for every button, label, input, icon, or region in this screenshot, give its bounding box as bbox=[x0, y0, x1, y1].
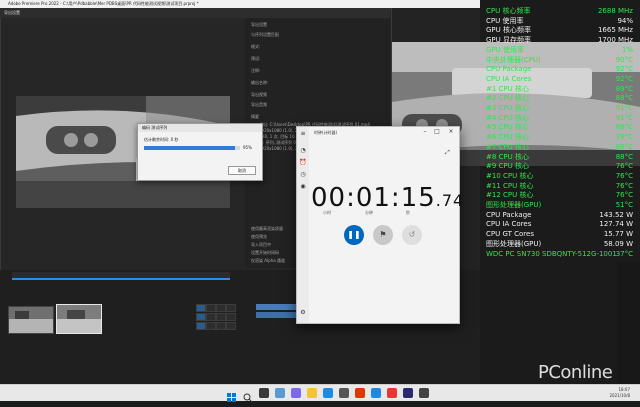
sensor-value: 37°C bbox=[615, 249, 633, 258]
app-icon[interactable] bbox=[387, 388, 397, 398]
start-icon[interactable] bbox=[227, 388, 237, 402]
settings-row[interactable]: 输出名称: bbox=[251, 80, 268, 86]
alarm-icon[interactable]: ⏰ bbox=[299, 159, 307, 167]
reset-icon: ↺ bbox=[408, 230, 416, 239]
track-toggle[interactable] bbox=[226, 304, 236, 312]
render-remaining-text: 估计剩余时间: 0 秒 bbox=[144, 137, 179, 142]
stopwatch-icon[interactable]: ◷ bbox=[299, 171, 307, 179]
stopwatch-milliseconds: .74 bbox=[435, 191, 465, 210]
track-toggle[interactable] bbox=[226, 322, 236, 330]
office-icon[interactable] bbox=[355, 388, 365, 398]
settings-heading: 导出设置 bbox=[251, 22, 267, 27]
magnifier-icon bbox=[243, 393, 253, 403]
track-toggle[interactable] bbox=[216, 313, 226, 321]
clip-thumbnail-selected[interactable] bbox=[56, 304, 102, 334]
stopwatch-time: 00:01:15.74 bbox=[311, 183, 463, 213]
timeline-clip[interactable] bbox=[256, 312, 296, 318]
bottom-option[interactable]: 使用最高渲染质量 bbox=[251, 226, 283, 232]
clock-app-icon[interactable] bbox=[419, 388, 429, 398]
store-icon[interactable] bbox=[339, 388, 349, 398]
timeline-clip[interactable] bbox=[256, 304, 296, 310]
clip-thumbnail-image bbox=[57, 305, 101, 333]
bottom-option[interactable]: 使用预览 bbox=[251, 234, 267, 240]
widgets-icon[interactable] bbox=[275, 388, 285, 398]
unit-seconds: 秒 bbox=[406, 210, 410, 215]
clock-app-window: ≡ ◔ ⏰ ◷ ◉ ⚙ 时钟(计时器) – □ × ⤢ 00:01:15.74 … bbox=[296, 126, 463, 324]
clip-thumbnail-image bbox=[9, 307, 53, 333]
settings-row[interactable]: 导出音频 bbox=[251, 102, 267, 108]
taskbar-date: 2021/10/8 bbox=[609, 393, 630, 398]
track-toggle[interactable] bbox=[206, 304, 216, 312]
render-progress-dialog: 编码 测试序列 估计剩余时间: 0 秒 95% 取消 bbox=[137, 123, 263, 181]
file-explorer-icon[interactable] bbox=[307, 388, 317, 398]
track-toggle[interactable] bbox=[216, 304, 226, 312]
bottom-option[interactable]: 仅渲染 Alpha 通道 bbox=[251, 258, 285, 264]
flag-icon: ⚑ bbox=[379, 230, 387, 239]
windows-taskbar: 18:07 2021/10/8 bbox=[0, 384, 640, 403]
task-view-icon[interactable] bbox=[259, 388, 269, 398]
premiere-icon[interactable] bbox=[403, 388, 413, 398]
lap-button[interactable]: ⚑ bbox=[373, 225, 393, 245]
bottom-option[interactable]: 导入项目中 bbox=[251, 242, 271, 248]
menu-icon[interactable]: ≡ bbox=[299, 130, 307, 138]
render-progress-bar bbox=[144, 146, 240, 150]
unit-hours: 小时 bbox=[323, 210, 331, 215]
app-icon[interactable] bbox=[371, 388, 381, 398]
bottom-option[interactable]: 设置开始时间码 bbox=[251, 250, 279, 256]
pconline-watermark: PConline bbox=[538, 362, 613, 383]
maximize-icon[interactable]: □ bbox=[431, 128, 443, 135]
expand-icon[interactable]: ⤢ bbox=[445, 149, 450, 157]
unit-minutes: 分钟 bbox=[365, 210, 373, 215]
chat-icon[interactable] bbox=[291, 388, 301, 398]
reset-button[interactable]: ↺ bbox=[402, 225, 422, 245]
track-toggle[interactable] bbox=[216, 322, 226, 330]
clock-sidebar: ≡ ◔ ⏰ ◷ ◉ ⚙ bbox=[297, 127, 309, 323]
export-dialog-title: 导出设置 bbox=[4, 10, 20, 15]
hardware-sensor-overlay: CPU 核心频率 2688 MHz CPU 使用率 94% GPU 核心频率 1665 M… bbox=[483, 6, 640, 268]
pause-button[interactable]: ❚❚ bbox=[344, 225, 364, 245]
premiere-titlebar: Adobe Premiere Pro 2022 - C:\用户\Pdbabble… bbox=[0, 0, 480, 8]
settings-row[interactable]: 格式: bbox=[251, 44, 260, 50]
premiere-window-title: Adobe Premiere Pro 2022 - C:\用户\Pdbabble… bbox=[8, 1, 199, 6]
taskbar-clock[interactable]: 18:07 2021/10/8 bbox=[609, 387, 630, 399]
settings-row[interactable]: 导出视频 bbox=[251, 92, 267, 98]
track-toggle[interactable] bbox=[196, 322, 206, 330]
track-toggle[interactable] bbox=[226, 313, 236, 321]
render-progress-fill bbox=[144, 146, 236, 150]
windows-logo-icon bbox=[227, 393, 236, 402]
clock-app-title: 时钟(计时器) bbox=[314, 130, 338, 135]
timeline-range-bar[interactable] bbox=[12, 278, 230, 280]
settings-row: 摘要 bbox=[251, 114, 259, 119]
close-icon[interactable]: × bbox=[445, 128, 457, 135]
track-toggle[interactable] bbox=[196, 304, 206, 312]
minimize-icon[interactable]: – bbox=[419, 128, 431, 135]
pause-icon: ❚❚ bbox=[347, 230, 361, 239]
track-toggle[interactable] bbox=[206, 313, 216, 321]
clip-thumbnail[interactable] bbox=[8, 306, 54, 334]
render-percent: 95% bbox=[243, 145, 252, 150]
settings-row[interactable]: 与序列设置匹配 bbox=[251, 32, 279, 38]
render-cancel-button[interactable]: 取消 bbox=[228, 166, 256, 175]
world-clock-icon[interactable]: ◉ bbox=[299, 183, 307, 191]
right-dark-strip bbox=[617, 262, 640, 388]
timer-icon[interactable]: ◔ bbox=[299, 147, 307, 155]
settings-row[interactable]: 注释: bbox=[251, 68, 260, 74]
stopwatch-main-time: 00:01:15 bbox=[311, 183, 436, 213]
render-dialog-title: 编码 测试序列 bbox=[138, 124, 262, 132]
search-icon[interactable] bbox=[243, 388, 253, 403]
track-toggle[interactable] bbox=[206, 322, 216, 330]
sensor-label: WDC PC SN730 SDBQNTY-512G-1001 bbox=[486, 249, 617, 258]
export-dialog-header: 导出设置 bbox=[0, 8, 390, 18]
track-toggle[interactable] bbox=[196, 313, 206, 321]
sensor-row: WDC PC SN730 SDBQNTY-512G-1001 37°C bbox=[483, 249, 633, 260]
settings-icon[interactable]: ⚙ bbox=[299, 309, 307, 317]
edge-icon[interactable] bbox=[323, 388, 333, 398]
settings-row[interactable]: 预设: bbox=[251, 56, 260, 62]
